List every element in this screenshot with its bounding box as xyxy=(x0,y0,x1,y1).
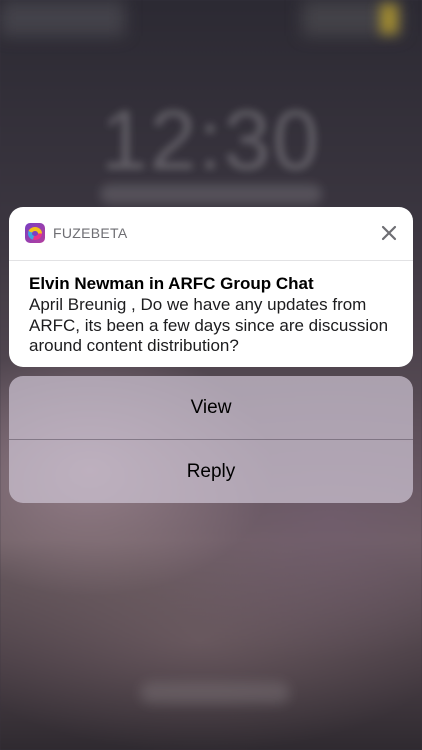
notification-actions: View Reply xyxy=(9,376,413,503)
notification-message: April Breunig , Do we have any updates f… xyxy=(29,295,389,355)
status-bar-carrier-blurred xyxy=(0,0,125,36)
status-bar xyxy=(0,0,422,40)
lock-screen-date-blurred xyxy=(100,184,322,204)
notification-card[interactable]: FUZEBETA Elvin Newman in ARFC Group Chat… xyxy=(9,207,413,367)
close-button[interactable] xyxy=(379,223,399,243)
lock-screen-time: 12:30 xyxy=(100,93,322,187)
reply-button[interactable]: Reply xyxy=(9,440,413,503)
notification-body: Elvin Newman in ARFC Group Chat April Br… xyxy=(9,261,413,357)
view-button[interactable]: View xyxy=(9,376,413,439)
app-name: FUZEBETA xyxy=(53,225,128,241)
home-indicator-blurred xyxy=(140,682,290,704)
notification-header: FUZEBETA xyxy=(9,207,413,261)
close-icon xyxy=(381,225,397,241)
fuze-app-icon xyxy=(25,223,45,243)
battery-icon xyxy=(380,4,398,34)
notification-title: Elvin Newman in ARFC Group Chat xyxy=(29,274,314,293)
